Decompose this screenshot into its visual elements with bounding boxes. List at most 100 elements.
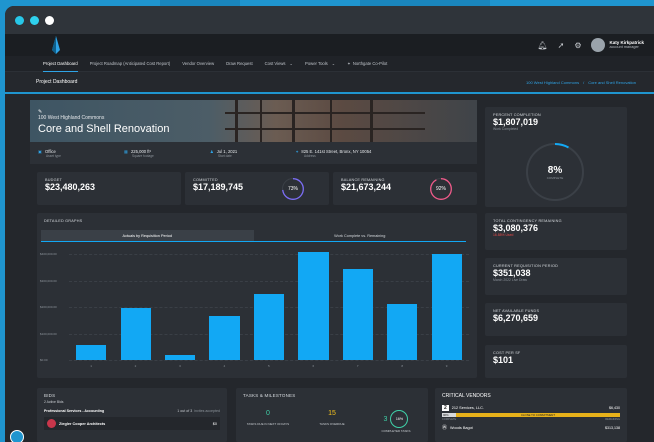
tab-vendor-overview[interactable]: Vendor Overview: [182, 56, 214, 72]
x-tick-label: 7: [356, 364, 359, 368]
info-value: Office: [44, 148, 56, 154]
vendor-progress-label: CLOSE TO COMMITMENT: [456, 413, 620, 417]
bid-amount: $0: [212, 421, 217, 426]
tasks-completed[interactable]: 3 16% COMPLETED TASKS: [364, 410, 428, 433]
tasks-overdue-label: TASKS OVERDUE: [319, 422, 345, 426]
tasks-card: TASKS & MILESTONES 0 TASKS DUE IN NEXT 3…: [236, 388, 428, 442]
requisition-sub: March 2022 Live Draw: [493, 278, 527, 282]
info-key: Asset type: [46, 153, 61, 158]
chevron-down-icon: ⌄: [289, 61, 294, 66]
bids-count: 1 out of 3: [177, 409, 193, 413]
vendor-remaining-label: REMAINING: [605, 418, 620, 421]
tab-power-tools[interactable]: Power Tools ⌄: [305, 56, 335, 72]
vendor-logo-icon: [47, 419, 56, 428]
info-value: Jul 1, 2021: [216, 148, 238, 154]
bar-period-5[interactable]: [253, 293, 285, 360]
breadcrumb: 100 West Highland Commons / Core and She…: [526, 80, 636, 85]
bar-period-2[interactable]: [120, 307, 151, 360]
vendor-name: 212 Services, LLC.: [451, 406, 484, 410]
requisition-card: CURRENT REQUISITION PERIOD $351,038 Marc…: [485, 258, 627, 295]
page-header: Project Dashboard 100 West Highland Comm…: [5, 72, 654, 94]
contingency-value: $3,080,376: [493, 223, 539, 233]
graphs-label: DETAILED GRAPHS: [44, 219, 83, 223]
vendor-row[interactable]: Ⓦ Woods Bagot $313,138: [442, 424, 620, 431]
chevron-down-icon: ⌄: [331, 61, 336, 66]
bid-row[interactable]: Ziegler Cooper Architects $0: [44, 417, 220, 430]
avatar: [591, 38, 606, 52]
tasks-due-label: TASKS DUE IN NEXT 30 DAYS: [246, 422, 290, 426]
x-tick-label: 9: [445, 364, 448, 368]
completion-ring: 8% COMPLETE: [526, 143, 584, 201]
bar-period-8[interactable]: [387, 303, 418, 360]
y-tick-label: $100,000.00: [40, 331, 57, 336]
tab-actuals-by-period[interactable]: Actuals by Requisition Period: [41, 230, 254, 241]
requisition-value: $351,038: [493, 268, 531, 278]
y-tick-label: $400,000.00: [40, 252, 57, 256]
tab-work-complete-vs-remaining[interactable]: Work Complete vs. Remaining: [254, 230, 467, 241]
bids-label: BIDS: [44, 393, 56, 398]
x-tick-label: 1: [90, 364, 92, 368]
tab-cost-views-label: Cost Views: [264, 61, 286, 66]
tasks-due[interactable]: 0 TASKS DUE IN NEXT 30 DAYS: [236, 410, 300, 433]
breadcrumb-site[interactable]: 100 West Highland Commons: [526, 80, 579, 85]
gear-icon[interactable]: ⚙: [574, 41, 581, 50]
x-tick-label: 5: [268, 364, 270, 368]
net-funds-value: $6,270,659: [493, 313, 539, 323]
info-value: 825 E. 141st Street, Bronx, NY 10054: [301, 148, 372, 154]
chat-icon[interactable]: [10, 430, 24, 442]
bar-period-6[interactable]: [298, 251, 329, 360]
x-tick-label: 8: [401, 364, 403, 368]
info-key: Address: [304, 153, 316, 158]
x-tick-label: 6: [312, 364, 315, 368]
window-minimize-dot[interactable]: [30, 15, 39, 25]
completion-value: $1,807,019: [493, 117, 539, 127]
bid-vendor: Ziegler Cooper Architects: [59, 421, 106, 426]
y-tick-label: $0.00: [40, 358, 48, 362]
project-hero: ✎ 100 West Highland Commons Core and She…: [30, 100, 477, 164]
critical-vendors-card: CRITICAL VENDORS 2 212 Services, LLC. $6…: [435, 388, 627, 442]
tasks-completed-count: 3: [383, 415, 388, 423]
tasks-due-count: 0: [266, 410, 270, 417]
vendor-complete-label: COMPLETE: [442, 418, 457, 421]
bar-period-3[interactable]: [165, 355, 196, 360]
info-address: ⌖ 825 E. 141st Street, Bronx, NY 10054 Ad…: [296, 149, 436, 158]
map-pin-icon: ⌖: [296, 148, 299, 154]
user-menu[interactable]: Katy Kirkpatrick account manager: [591, 38, 644, 52]
bell-icon[interactable]: 🔔︎: [537, 41, 547, 50]
breadcrumb-separator: /: [583, 79, 585, 85]
bids-card: BIDS 2 Active Bids Professional Services…: [37, 388, 227, 442]
window-maximize-dot[interactable]: [45, 15, 54, 25]
tasks-overdue[interactable]: 15 TASKS OVERDUE: [300, 410, 364, 433]
bar-period-7[interactable]: [342, 268, 373, 360]
completion-sub: Work Completed: [493, 127, 519, 131]
committed-ring: 73%: [281, 177, 304, 200]
balance-ring: 92%: [429, 177, 452, 200]
tab-cost-views[interactable]: Cost Views ⌄: [265, 56, 293, 72]
y-tick-label: $300,000.00: [40, 278, 57, 283]
tab-copilot-label: Northgate Co-Pilot: [352, 61, 388, 66]
bar-period-4[interactable]: [209, 316, 240, 360]
rocket-icon[interactable]: ➚: [558, 41, 565, 50]
bar-period-9[interactable]: [431, 254, 462, 360]
percent-completion-card: PERCENT COMPLETION $1,807,019 Work Compl…: [485, 107, 627, 207]
balance-card: BALANCE REMAINING $21,673,244 92%: [333, 172, 477, 205]
window-titlebar: [5, 6, 654, 34]
sparkle-icon: ✦: [347, 61, 351, 66]
logo-icon[interactable]: [51, 36, 61, 54]
info-key: Start date: [218, 153, 232, 158]
tab-project-roadmap[interactable]: Project Roadmap (Anticipated Cost Report…: [90, 56, 171, 72]
vendor-row[interactable]: 2 212 Services, LLC. $6,430: [442, 405, 620, 411]
contingency-sub: 16.88% Used: [493, 233, 514, 237]
tab-northgate-copilot[interactable]: ✦ Northgate Co-Pilot: [347, 56, 387, 72]
bar-period-1[interactable]: [76, 345, 107, 360]
window-close-dot[interactable]: [15, 15, 24, 25]
gridline: [69, 254, 469, 255]
vendors-label: CRITICAL VENDORS: [442, 393, 491, 399]
vendor-name: Woods Bagot: [450, 425, 473, 430]
tab-project-dashboard[interactable]: Project Dashboard: [43, 56, 78, 72]
cost-per-sf-value: $101: [493, 355, 514, 365]
hero-project-name: Core and Shell Renovation: [38, 123, 170, 135]
tab-draw-request[interactable]: Draw Request: [226, 56, 253, 72]
tab-underline: [41, 241, 466, 242]
breadcrumb-project[interactable]: Core and Shell Renovation: [588, 80, 636, 85]
